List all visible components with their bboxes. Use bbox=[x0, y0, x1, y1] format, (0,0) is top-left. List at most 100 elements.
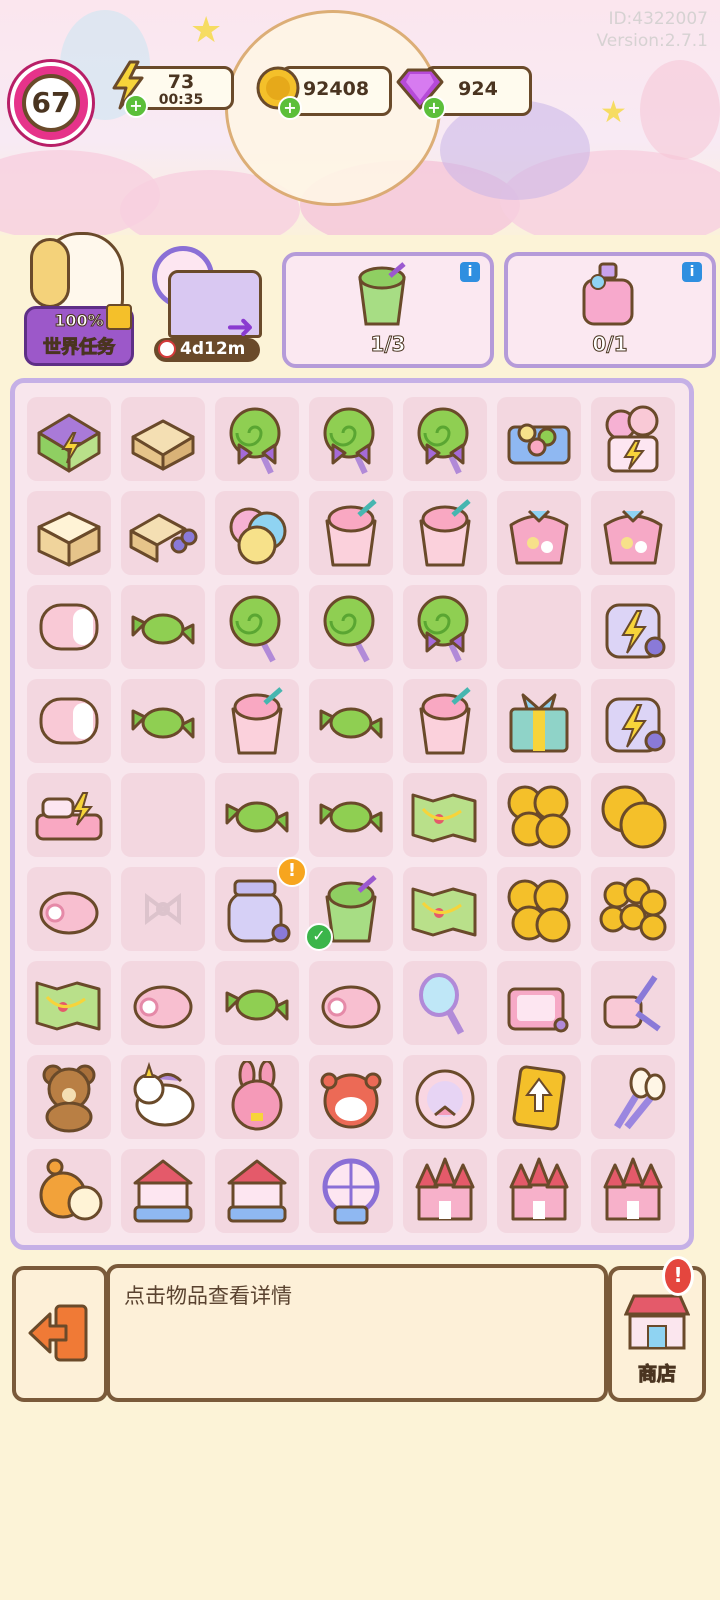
order-card-2[interactable]: i 0/1 bbox=[504, 252, 716, 368]
board-cell[interactable] bbox=[309, 773, 393, 857]
board-cell[interactable] bbox=[591, 397, 675, 481]
board-cell[interactable] bbox=[403, 491, 487, 575]
board-cell[interactable] bbox=[215, 491, 299, 575]
board-cell[interactable] bbox=[121, 1055, 205, 1139]
board-cell[interactable] bbox=[121, 867, 205, 951]
bunny-plush-icon[interactable] bbox=[221, 1059, 293, 1133]
green-candy-icon[interactable] bbox=[127, 685, 199, 757]
board-cell[interactable] bbox=[497, 1055, 581, 1139]
add-gems-button[interactable]: + bbox=[422, 96, 446, 120]
gift-box-icon[interactable] bbox=[503, 685, 575, 757]
board-cell[interactable] bbox=[591, 491, 675, 575]
treasure-map-icon[interactable] bbox=[409, 873, 481, 945]
box-scissors-icon[interactable] bbox=[127, 497, 199, 569]
pink-milkshake-icon[interactable] bbox=[409, 497, 481, 569]
makeup-brushes-icon[interactable] bbox=[597, 1061, 669, 1133]
green-candy-icon[interactable] bbox=[315, 779, 387, 851]
gold-coins-large-icon[interactable] bbox=[597, 779, 669, 851]
hamster-plush-icon[interactable] bbox=[315, 1061, 387, 1133]
board-cell[interactable] bbox=[497, 397, 581, 481]
powder-puff-icon[interactable] bbox=[409, 1061, 481, 1133]
board-cell[interactable] bbox=[497, 585, 581, 669]
green-candy-icon[interactable] bbox=[127, 591, 199, 663]
exit-button[interactable] bbox=[12, 1266, 108, 1402]
park-event-button[interactable]: ➜ 4d12m bbox=[148, 240, 268, 366]
carousel-icon[interactable] bbox=[221, 1155, 293, 1227]
board-cell[interactable] bbox=[309, 491, 393, 575]
green-candy-icon[interactable] bbox=[221, 967, 293, 1039]
board-cell[interactable] bbox=[27, 1149, 111, 1233]
board-cell[interactable] bbox=[215, 397, 299, 481]
board-cell[interactable] bbox=[27, 491, 111, 575]
board-cell[interactable] bbox=[121, 961, 205, 1045]
board-cell[interactable] bbox=[215, 773, 299, 857]
pink-marshmallow-icon[interactable] bbox=[33, 685, 105, 757]
green-candy-icon[interactable] bbox=[315, 685, 387, 757]
board-cell[interactable] bbox=[215, 1055, 299, 1139]
compact-case-icon[interactable] bbox=[503, 967, 575, 1039]
board-cell[interactable] bbox=[309, 585, 393, 669]
board-cell[interactable] bbox=[591, 585, 675, 669]
open-box-icon[interactable] bbox=[33, 497, 105, 569]
cotton-candy-icon[interactable] bbox=[221, 497, 293, 569]
board-cell[interactable] bbox=[121, 773, 205, 857]
board-cell[interactable] bbox=[591, 1149, 675, 1233]
hand-mirror-icon[interactable] bbox=[409, 967, 481, 1039]
green-lollipop-ribbon-icon[interactable] bbox=[315, 403, 387, 475]
board-cell[interactable] bbox=[403, 867, 487, 951]
board-cell[interactable]: ✓ bbox=[305, 867, 393, 951]
board-cell[interactable] bbox=[309, 397, 393, 481]
gold-coins-icon[interactable] bbox=[503, 779, 575, 851]
board-cell[interactable] bbox=[403, 773, 487, 857]
gem-counter[interactable]: 924 + bbox=[396, 64, 532, 120]
board-cell[interactable] bbox=[309, 1055, 393, 1139]
board-cell[interactable] bbox=[27, 867, 111, 951]
energy-jar-icon[interactable] bbox=[597, 591, 669, 663]
pink-castle-icon[interactable] bbox=[597, 1155, 669, 1227]
board-cell[interactable] bbox=[27, 773, 111, 857]
board-cell[interactable] bbox=[591, 679, 675, 763]
candy-bag-icon[interactable] bbox=[503, 497, 575, 569]
board-cell[interactable] bbox=[403, 397, 487, 481]
gold-coins-icon[interactable] bbox=[503, 873, 575, 945]
ferris-wheel-icon[interactable] bbox=[315, 1155, 387, 1227]
board-cell[interactable] bbox=[121, 491, 205, 575]
board-cell[interactable] bbox=[403, 679, 487, 763]
board-cell[interactable] bbox=[27, 397, 111, 481]
pink-milkshake-icon[interactable] bbox=[409, 685, 481, 757]
board-cell[interactable] bbox=[497, 679, 581, 763]
board-cell[interactable] bbox=[591, 1055, 675, 1139]
balloon-generator-icon[interactable] bbox=[597, 403, 669, 475]
level-badge[interactable]: 67 bbox=[10, 62, 92, 144]
board-cell[interactable] bbox=[497, 867, 581, 951]
board-cell[interactable]: ! bbox=[215, 857, 307, 951]
carousel-icon[interactable] bbox=[127, 1155, 199, 1227]
teddy-bear-icon[interactable] bbox=[33, 1061, 105, 1133]
green-lollipop-ribbon-icon[interactable] bbox=[409, 403, 481, 475]
candy-gift-tray-icon[interactable] bbox=[503, 403, 575, 475]
board-cell[interactable] bbox=[591, 961, 675, 1045]
gold-coin-pile-icon[interactable] bbox=[597, 873, 669, 945]
pink-castle-icon[interactable] bbox=[503, 1155, 575, 1227]
roll-cake-icon[interactable] bbox=[315, 967, 387, 1039]
treasure-map-icon[interactable] bbox=[33, 967, 105, 1039]
board-cell[interactable] bbox=[121, 679, 205, 763]
pink-milkshake-icon[interactable] bbox=[221, 685, 293, 757]
board-cell[interactable] bbox=[403, 1055, 487, 1139]
board-cell[interactable] bbox=[591, 867, 675, 951]
roll-cake-icon[interactable] bbox=[127, 967, 199, 1039]
board-cell[interactable] bbox=[215, 585, 299, 669]
board-cell[interactable] bbox=[121, 397, 205, 481]
unicorn-plush-icon[interactable] bbox=[127, 1061, 199, 1133]
board-cell[interactable] bbox=[309, 1149, 393, 1233]
board-cell[interactable] bbox=[121, 585, 205, 669]
board-cell[interactable] bbox=[121, 1149, 205, 1233]
board-cell[interactable] bbox=[215, 679, 299, 763]
cardboard-box-icon[interactable] bbox=[127, 403, 199, 475]
board-cell[interactable] bbox=[27, 585, 111, 669]
pink-marshmallow-icon[interactable] bbox=[33, 591, 105, 663]
board-cell[interactable] bbox=[497, 491, 581, 575]
add-coins-button[interactable]: + bbox=[278, 96, 302, 120]
board-cell[interactable] bbox=[27, 1055, 111, 1139]
board-cell[interactable] bbox=[497, 1149, 581, 1233]
